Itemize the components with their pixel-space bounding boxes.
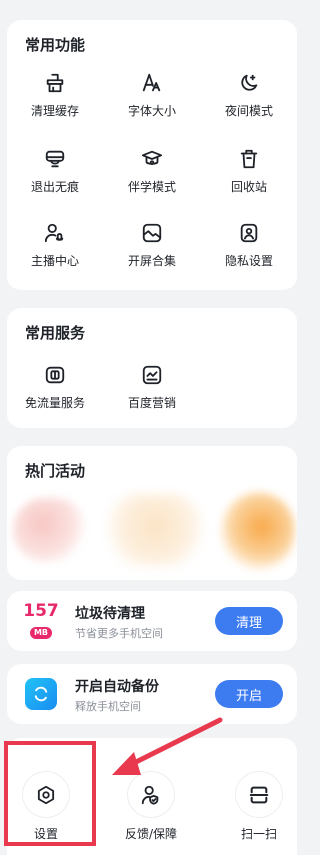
backup-enable-button[interactable]: 开启 bbox=[215, 680, 283, 708]
sync-icon bbox=[34, 686, 48, 702]
storage-size: 157 MB bbox=[21, 602, 61, 639]
graduation-cap-icon bbox=[141, 150, 163, 165]
splash-collection-item[interactable]: 开屏合集 bbox=[107, 222, 197, 278]
recycle-bin-item[interactable]: 回收站 bbox=[204, 148, 294, 204]
feedback-shield-icon bbox=[141, 785, 159, 805]
streamer-center-label: 主播中心 bbox=[30, 254, 79, 268]
activity-banner-1[interactable] bbox=[13, 498, 87, 562]
font-size-icon bbox=[142, 73, 161, 92]
data-free-service-item[interactable]: 免流量服务 bbox=[10, 364, 100, 420]
hot-activities-title: 热门活动 bbox=[25, 462, 86, 480]
feedback-item[interactable]: 反馈/保障 bbox=[116, 772, 186, 842]
exit-incognito-label: 退出无痕 bbox=[30, 180, 79, 194]
trash-bin-icon bbox=[240, 149, 258, 169]
font-size-item[interactable]: 字体大小 bbox=[107, 72, 197, 128]
night-mode-label: 夜间模式 bbox=[224, 104, 273, 118]
cleanup-card: 157 MB 垃圾待清理 节省更多手机空间 清理 bbox=[7, 591, 297, 651]
scan-icon bbox=[249, 786, 269, 803]
highlight-box bbox=[4, 741, 96, 846]
clear-cache-item[interactable]: 清理缓存 bbox=[10, 72, 100, 128]
marketing-chart-icon bbox=[142, 365, 162, 385]
common-functions-title: 常用功能 bbox=[25, 36, 86, 54]
scan-label: 扫一扫 bbox=[240, 827, 277, 841]
common-functions-card: 常用功能 清理缓存 字体大小 夜间模式 退出无痕 伴学模式 回收站 主播中心 开… bbox=[7, 20, 297, 290]
study-mode-item[interactable]: 伴学模式 bbox=[107, 148, 197, 204]
privacy-settings-item[interactable]: 隐私设置 bbox=[204, 222, 294, 278]
data-free-sim-icon bbox=[45, 366, 65, 384]
splash-collection-label: 开屏合集 bbox=[127, 254, 176, 268]
incognito-mask-icon bbox=[45, 150, 65, 168]
streamer-mic-icon bbox=[44, 223, 64, 243]
study-mode-label: 伴学模式 bbox=[127, 180, 176, 194]
night-mode-item[interactable]: 夜间模式 bbox=[204, 72, 294, 128]
common-services-title: 常用服务 bbox=[25, 324, 86, 342]
backup-card: 开启自动备份 释放手机空间 开启 bbox=[7, 664, 297, 724]
backup-title: 开启自动备份 bbox=[75, 679, 159, 695]
exit-incognito-item[interactable]: 退出无痕 bbox=[10, 148, 100, 204]
common-services-card: 常用服务 免流量服务 百度营销 bbox=[7, 308, 297, 428]
font-size-label: 字体大小 bbox=[127, 104, 176, 118]
scan-button[interactable] bbox=[236, 772, 282, 817]
clear-cache-label: 清理缓存 bbox=[30, 104, 79, 118]
splash-screen-icon bbox=[142, 223, 162, 243]
activity-banner-3[interactable] bbox=[221, 492, 295, 570]
streamer-center-item[interactable]: 主播中心 bbox=[10, 222, 100, 278]
scan-item[interactable]: 扫一扫 bbox=[224, 772, 294, 842]
cleanup-button[interactable]: 清理 bbox=[215, 607, 283, 635]
storage-size-unit: MB bbox=[29, 627, 53, 639]
moon-icon bbox=[241, 74, 258, 91]
baidu-marketing-item[interactable]: 百度营销 bbox=[107, 364, 197, 420]
feedback-label: 反馈/保障 bbox=[124, 827, 178, 841]
privacy-settings-label: 隐私设置 bbox=[224, 254, 273, 268]
backup-app-icon bbox=[25, 678, 57, 710]
feedback-button[interactable] bbox=[128, 772, 174, 817]
broom-bucket-icon bbox=[46, 73, 64, 93]
backup-subtitle: 释放手机空间 bbox=[75, 700, 141, 713]
hot-activities-card: 热门活动 bbox=[7, 446, 297, 580]
activity-banner-2[interactable] bbox=[103, 494, 207, 566]
cleanup-subtitle: 节省更多手机空间 bbox=[75, 627, 163, 640]
recycle-bin-label: 回收站 bbox=[230, 180, 267, 194]
storage-size-value: 157 bbox=[23, 601, 59, 621]
cleanup-title: 垃圾待清理 bbox=[75, 606, 145, 622]
privacy-shield-icon bbox=[240, 223, 258, 243]
data-free-service-label: 免流量服务 bbox=[24, 396, 85, 410]
baidu-marketing-label: 百度营销 bbox=[127, 396, 176, 410]
activity-banners[interactable] bbox=[7, 492, 297, 576]
